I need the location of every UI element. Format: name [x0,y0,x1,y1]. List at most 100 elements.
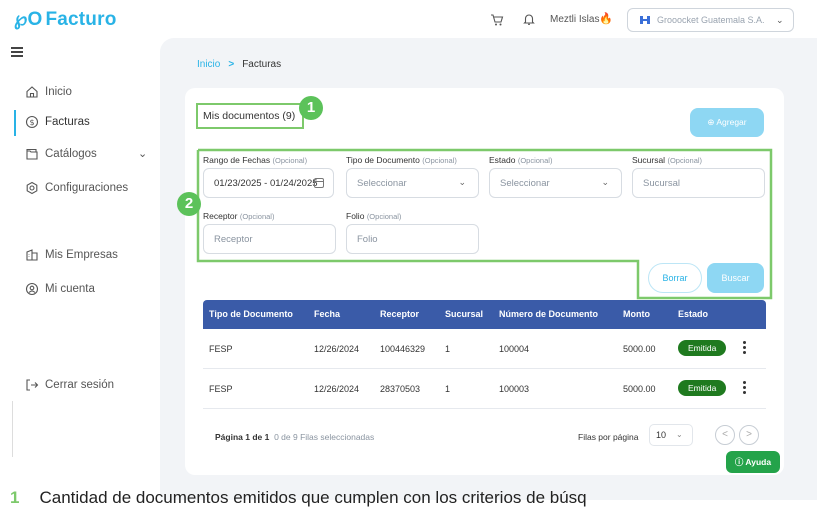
sidebar-item-label: Mis Empresas [45,249,118,261]
cell-date: 12/26/2024 [314,384,360,394]
column-header[interactable]: Monto [623,309,650,319]
column-header[interactable]: Número de Documento [499,309,598,319]
footnote-text: Cantidad de documentos emitidos que cump… [39,488,587,507]
sidebar-item-catalogos[interactable]: Catálogos ⌄ [0,142,160,168]
more-options-icon[interactable] [743,341,746,354]
help-button[interactable]: ⓘ Ayuda [726,451,780,473]
doc-type-label: Tipo de Documento (Opcional) [346,155,457,165]
sidebar-item-inicio[interactable]: Inicio [0,80,160,106]
status-select[interactable]: Seleccionar ⌄ [489,168,622,198]
branch-label: Sucursal (Opcional) [632,155,702,165]
footnote-number: 1 [10,488,20,507]
column-header[interactable]: Tipo de Documento [209,309,293,319]
status-label: Estado (Opcional) [489,155,552,165]
sidebar-item-label: Facturas [45,116,90,128]
folio-label-text: Folio [346,211,365,221]
doc-type-select[interactable]: Seleccionar ⌄ [346,168,479,198]
cell-amount: 5000.00 [623,344,656,354]
cell-type: FESP [209,344,233,354]
clear-button[interactable]: Borrar [648,263,702,293]
company-name: Grooocket Guatemala S.A. [657,15,765,25]
chevron-down-icon: ⌄ [776,15,784,25]
status-badge: Emitida [678,380,727,396]
branch-placeholder: Sucursal [643,178,680,189]
app-logo[interactable]: ℘O Facturo [14,8,117,31]
annotation-badge-2: 2 [177,192,201,216]
user-avatar[interactable]: 🔥 [599,12,613,25]
sidebar-item-mis-empresas[interactable]: Mis Empresas [0,243,160,269]
optional-tag: (Opcional) [366,212,402,221]
breadcrumb-current: Facturas [242,59,282,70]
cell-receiver: 100446329 [380,344,426,354]
sidebar-item-label: Cerrar sesión [45,379,115,391]
logout-icon [26,379,39,391]
branch-label-text: Sucursal [632,155,666,165]
rows-per-page-value: 10 [656,430,667,440]
sidebar-item-configuraciones[interactable]: Configuraciones [0,176,160,202]
receiver-label-text: Receptor [203,211,238,221]
footnote: 1 Cantidad de documentos emitidos que cum… [10,488,587,508]
optional-tag: (Opcional) [422,156,457,165]
optional-tag: (Opcional) [239,212,275,221]
page-indicator: Página 1 de 1 [215,432,270,442]
cell-branch: 1 [445,384,451,394]
cell-branch: 1 [445,344,451,354]
home-icon [26,86,38,98]
optional-tag: (Opcional) [667,156,703,165]
table-row[interactable]: FESP 12/26/2024 100446329 1 100004 5000.… [203,329,766,369]
date-range-value: 01/23/2025 - 01/24/2025 [214,178,318,189]
table-row[interactable]: FESP 12/26/2024 28370503 1 100003 5000.0… [203,369,766,409]
date-range-label: Rango de Fechas (Opcional) [203,155,307,165]
cell-date: 12/26/2024 [314,344,360,354]
sidebar-item-cerrar-sesion[interactable]: Cerrar sesión [0,373,160,399]
building-icon [26,249,38,261]
column-header[interactable]: Receptor [380,309,419,319]
column-header[interactable]: Sucursal [445,309,483,319]
breadcrumb: Inicio > Facturas [197,59,281,70]
sidebar-item-facturas[interactable]: $ Facturas [0,110,160,136]
receiver-input[interactable]: Receptor [203,224,336,254]
pagination-info: Página 1 de 1 0 de 9 Filas seleccionadas [215,432,374,442]
chevron-down-icon: ⌄ [676,430,683,439]
add-button[interactable]: ⊕ Agregar [690,108,764,137]
sidebar-item-mi-cuenta[interactable]: Mi cuenta [0,277,160,303]
sidebar-item-label: Mi cuenta [45,283,95,295]
cart-icon[interactable] [490,13,504,27]
folio-input[interactable]: Folio [346,224,479,254]
chevron-down-icon: ⌄ [601,177,609,187]
date-range-label-text: Rango de Fechas [203,155,271,165]
dollar-circle-icon: $ [25,115,39,129]
search-button[interactable]: Buscar [707,263,764,293]
date-range-input[interactable]: 01/23/2025 - 01/24/2025 [203,168,334,198]
user-name[interactable]: Meztli Islas [550,14,599,25]
hamburger-menu-icon[interactable] [11,47,23,57]
rows-per-page-select[interactable]: 10 ⌄ [649,424,693,446]
sidebar-item-label: Configuraciones [45,182,129,194]
next-page-button[interactable]: > [739,425,759,445]
bell-icon[interactable] [522,12,536,26]
highlight-box-title [196,103,304,129]
breadcrumb-home-link[interactable]: Inicio [197,59,220,70]
company-flag-icon [640,16,650,24]
branch-input[interactable]: Sucursal [632,168,765,198]
receiver-label: Receptor (Opcional) [203,211,274,221]
annotation-badge-1: 1 [299,96,323,120]
sidebar-divider [12,401,13,457]
column-header[interactable]: Fecha [314,309,340,319]
more-options-icon[interactable] [743,381,746,394]
doc-type-label-text: Tipo de Documento [346,155,420,165]
cell-number: 100004 [499,344,530,354]
settings-icon [26,181,38,195]
optional-tag: (Opcional) [272,156,308,165]
rows-per-page-label: Filas por página [578,432,639,442]
calendar-icon[interactable] [314,178,324,188]
receiver-placeholder: Receptor [214,234,253,245]
chevron-down-icon[interactable]: ⌄ [138,147,147,160]
logo-text: Facturo [45,9,117,30]
cell-amount: 5000.00 [623,384,656,394]
column-header[interactable]: Estado [678,309,708,319]
company-select[interactable]: Grooocket Guatemala S.A. ⌄ [627,8,794,32]
prev-page-button[interactable]: < [715,425,735,445]
sidebar-item-label: Inicio [45,86,72,98]
table-header: Tipo de Documento Fecha Receptor Sucursa… [203,300,766,329]
